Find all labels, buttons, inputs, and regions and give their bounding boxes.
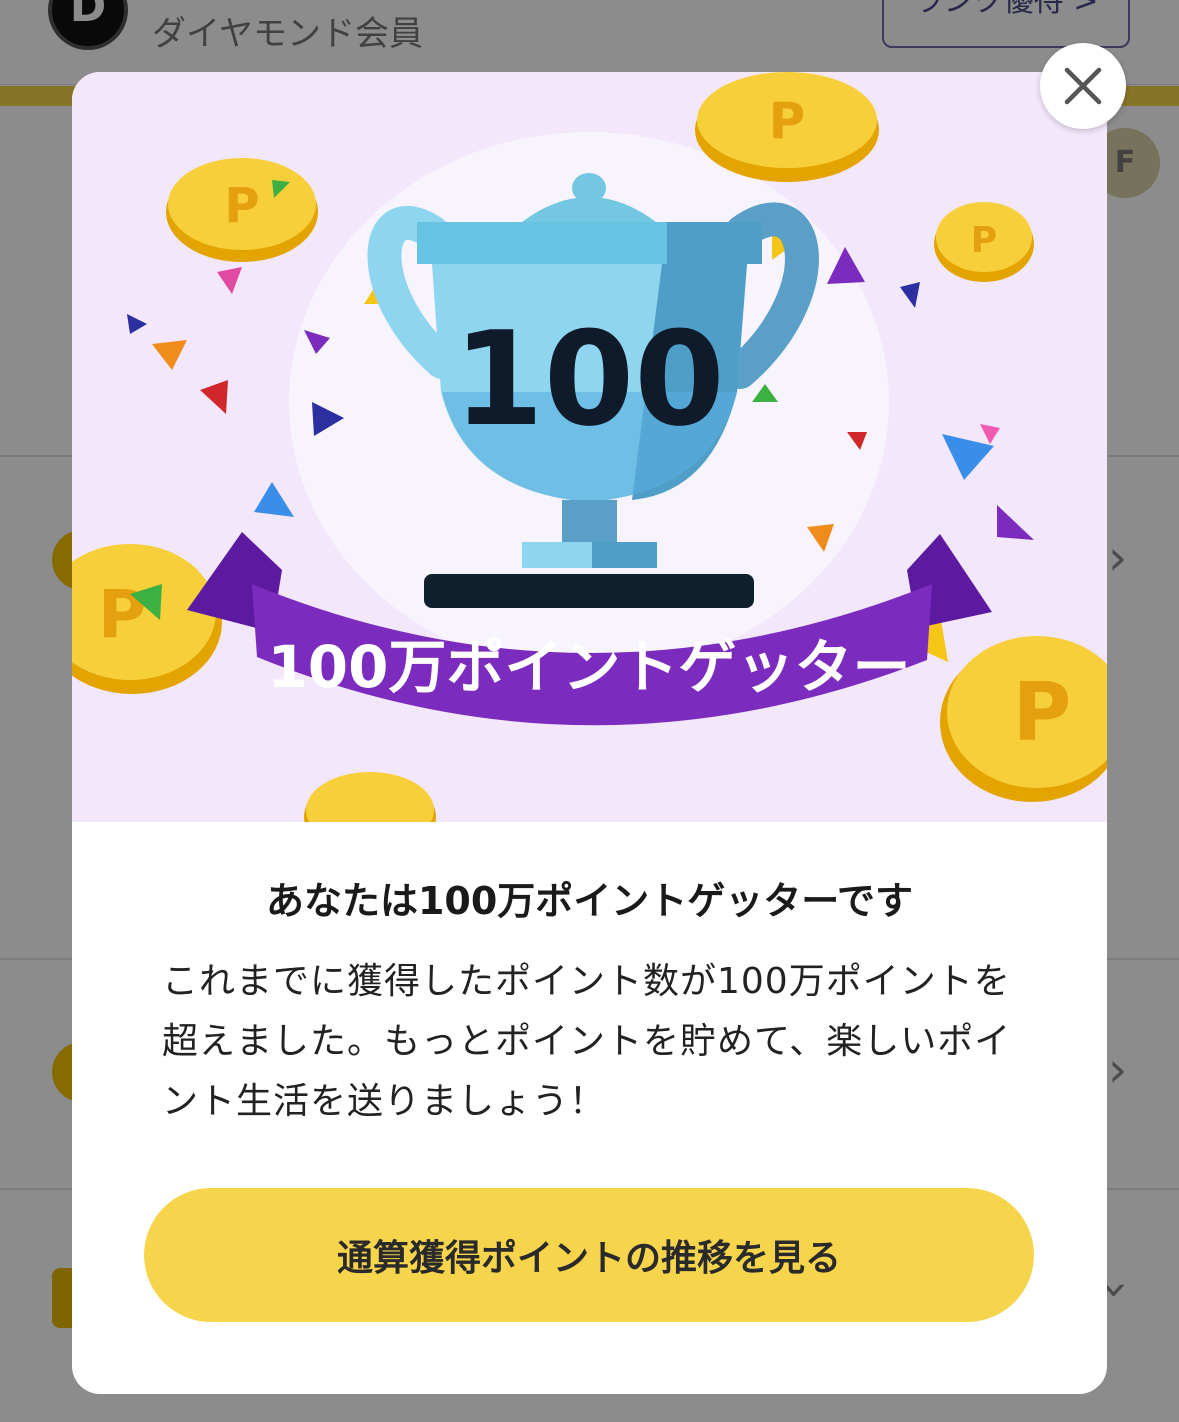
coin-icon: P (166, 158, 318, 262)
trophy-number: 100 (453, 303, 724, 455)
svg-text:P: P (224, 178, 259, 234)
coin-icon: P (940, 636, 1107, 802)
coin-icon: P (695, 72, 879, 182)
coin-icon (304, 772, 436, 822)
modal-title: あなたは100万ポイントゲッターです (265, 879, 914, 923)
close-icon (1064, 67, 1102, 105)
achievement-illustration: P P P P P 100 100万ポイントゲッター (72, 72, 1107, 822)
svg-text:P: P (769, 92, 806, 150)
modal-body-text: これまでに獲得したポイント数が100万ポイントを超えました。もっとポイントを貯め… (162, 961, 1012, 1122)
banner-text: 100万ポイントゲッター (267, 633, 910, 701)
svg-text:P: P (971, 220, 997, 261)
coin-icon: P (934, 202, 1034, 282)
close-button[interactable] (1040, 43, 1126, 129)
svg-text:P: P (1013, 666, 1072, 759)
svg-text:P: P (98, 576, 146, 653)
view-points-history-button[interactable]: 通算獲得ポイントの推移を見る (144, 1188, 1034, 1322)
achievement-modal: P P P P P 100 100万ポイントゲッター あなたは100万ポイントゲ… (72, 72, 1107, 1394)
coin-icon: P (72, 544, 222, 694)
